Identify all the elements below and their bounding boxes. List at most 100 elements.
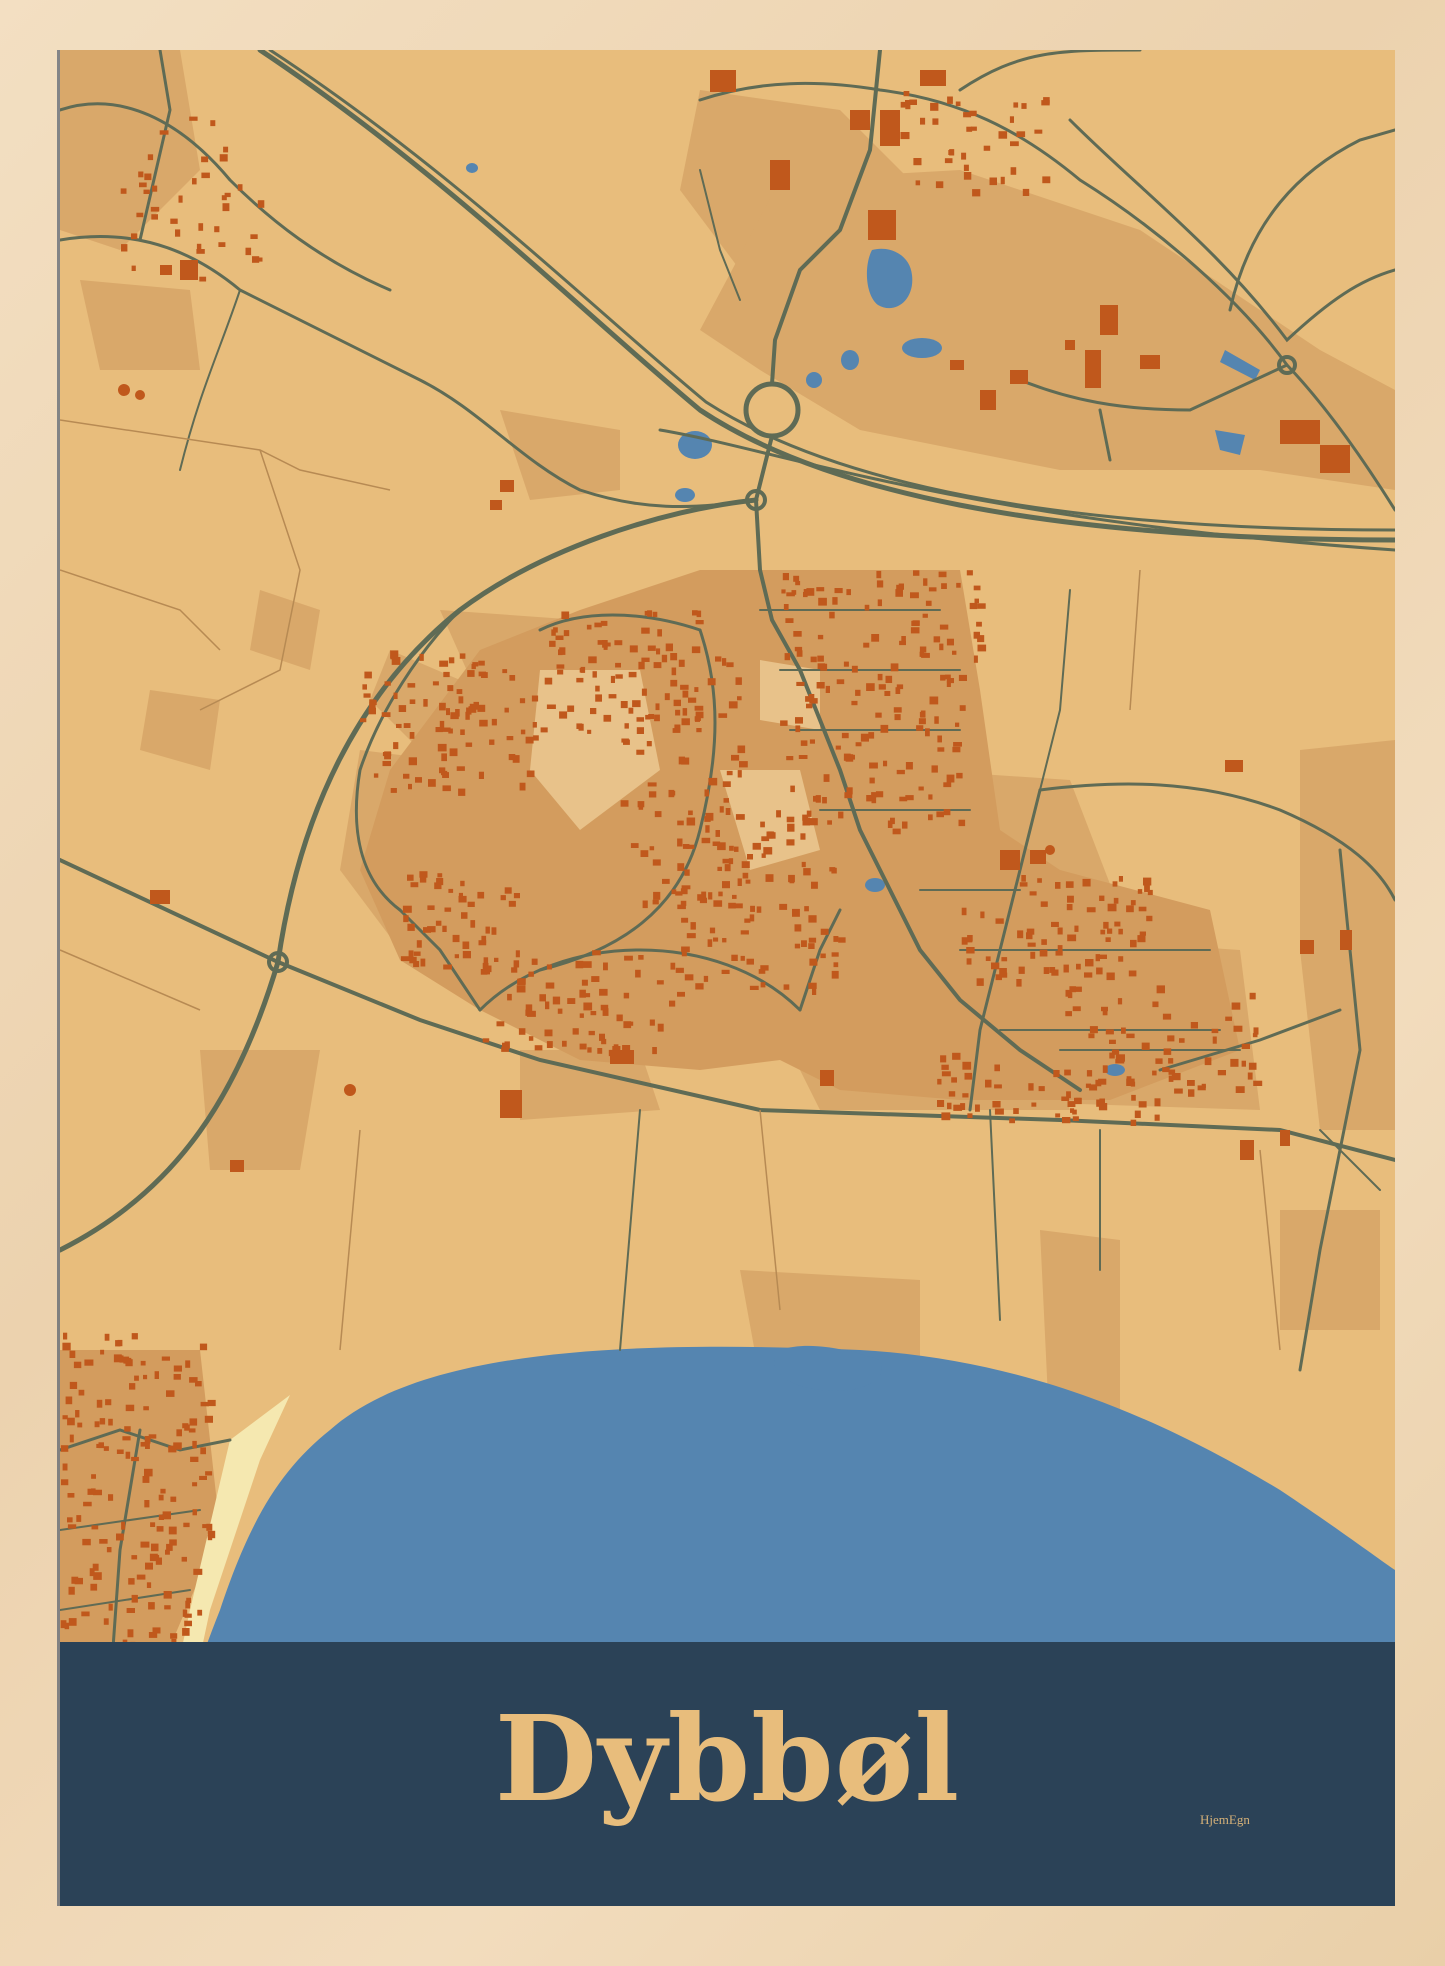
house [555, 635, 564, 640]
house [125, 1404, 135, 1412]
house [1043, 97, 1050, 104]
house [681, 951, 687, 957]
house [423, 699, 428, 707]
house [943, 809, 951, 816]
house [798, 755, 808, 759]
house [937, 747, 945, 752]
house [409, 732, 415, 739]
house [722, 938, 727, 943]
house [831, 952, 839, 957]
house [1075, 1097, 1081, 1103]
house [899, 640, 906, 646]
house [938, 571, 947, 578]
house [409, 699, 416, 704]
house [1040, 901, 1048, 907]
house [893, 707, 902, 713]
house [407, 874, 414, 881]
house [855, 689, 861, 696]
house [1138, 1101, 1147, 1108]
house [1167, 1035, 1175, 1042]
house [136, 1574, 146, 1580]
house [653, 891, 661, 900]
house [925, 728, 930, 737]
house [75, 1410, 80, 1418]
house [1017, 930, 1024, 939]
house [670, 679, 678, 687]
house [154, 1371, 159, 1379]
house [142, 1476, 150, 1483]
house [652, 1047, 657, 1055]
map-illustration [60, 50, 1395, 1906]
house [737, 770, 742, 778]
house [783, 984, 790, 990]
house [168, 1445, 177, 1453]
house [784, 653, 791, 661]
house [673, 699, 681, 707]
house [540, 727, 548, 733]
house [985, 956, 991, 961]
house [956, 582, 961, 588]
house [628, 671, 637, 678]
house [943, 782, 952, 788]
house [1201, 1083, 1206, 1088]
house [816, 587, 825, 592]
house [948, 1091, 956, 1097]
house [407, 923, 415, 931]
house [63, 1332, 68, 1340]
house [709, 927, 716, 934]
house [752, 842, 761, 850]
house [811, 881, 818, 889]
house [1107, 903, 1117, 912]
house [781, 589, 786, 594]
house [696, 728, 702, 733]
house [913, 158, 922, 166]
house [701, 837, 711, 844]
house [681, 718, 690, 726]
house [567, 705, 575, 712]
house [977, 635, 985, 643]
house [222, 203, 230, 212]
house [181, 1556, 187, 1562]
house [532, 722, 537, 728]
house [846, 589, 851, 596]
house [801, 861, 806, 868]
house [518, 1028, 526, 1035]
house [504, 887, 512, 894]
house [656, 648, 661, 655]
house [966, 958, 972, 965]
house [1102, 1065, 1108, 1073]
house [933, 636, 941, 643]
house [576, 723, 583, 729]
house [608, 694, 617, 699]
house [701, 891, 707, 899]
house [520, 729, 526, 735]
house [836, 679, 845, 685]
house [1016, 131, 1026, 138]
house [1067, 895, 1074, 903]
house [939, 624, 949, 630]
house [182, 1423, 189, 1429]
house [199, 1475, 207, 1480]
house [105, 1399, 112, 1406]
house [106, 1547, 112, 1553]
house [832, 597, 838, 605]
house [1051, 969, 1059, 976]
house [955, 722, 960, 727]
house [69, 1434, 74, 1443]
house [952, 746, 961, 753]
house [721, 969, 730, 974]
house [677, 838, 683, 847]
house [528, 971, 534, 977]
house [785, 618, 794, 623]
house [896, 769, 905, 775]
house [1043, 967, 1050, 974]
house [681, 917, 689, 923]
house [1253, 1027, 1259, 1035]
house [1121, 1027, 1126, 1034]
house [686, 933, 696, 939]
house [629, 645, 638, 653]
house [638, 955, 644, 960]
house [1001, 957, 1008, 962]
house [400, 956, 410, 962]
house [678, 659, 685, 667]
